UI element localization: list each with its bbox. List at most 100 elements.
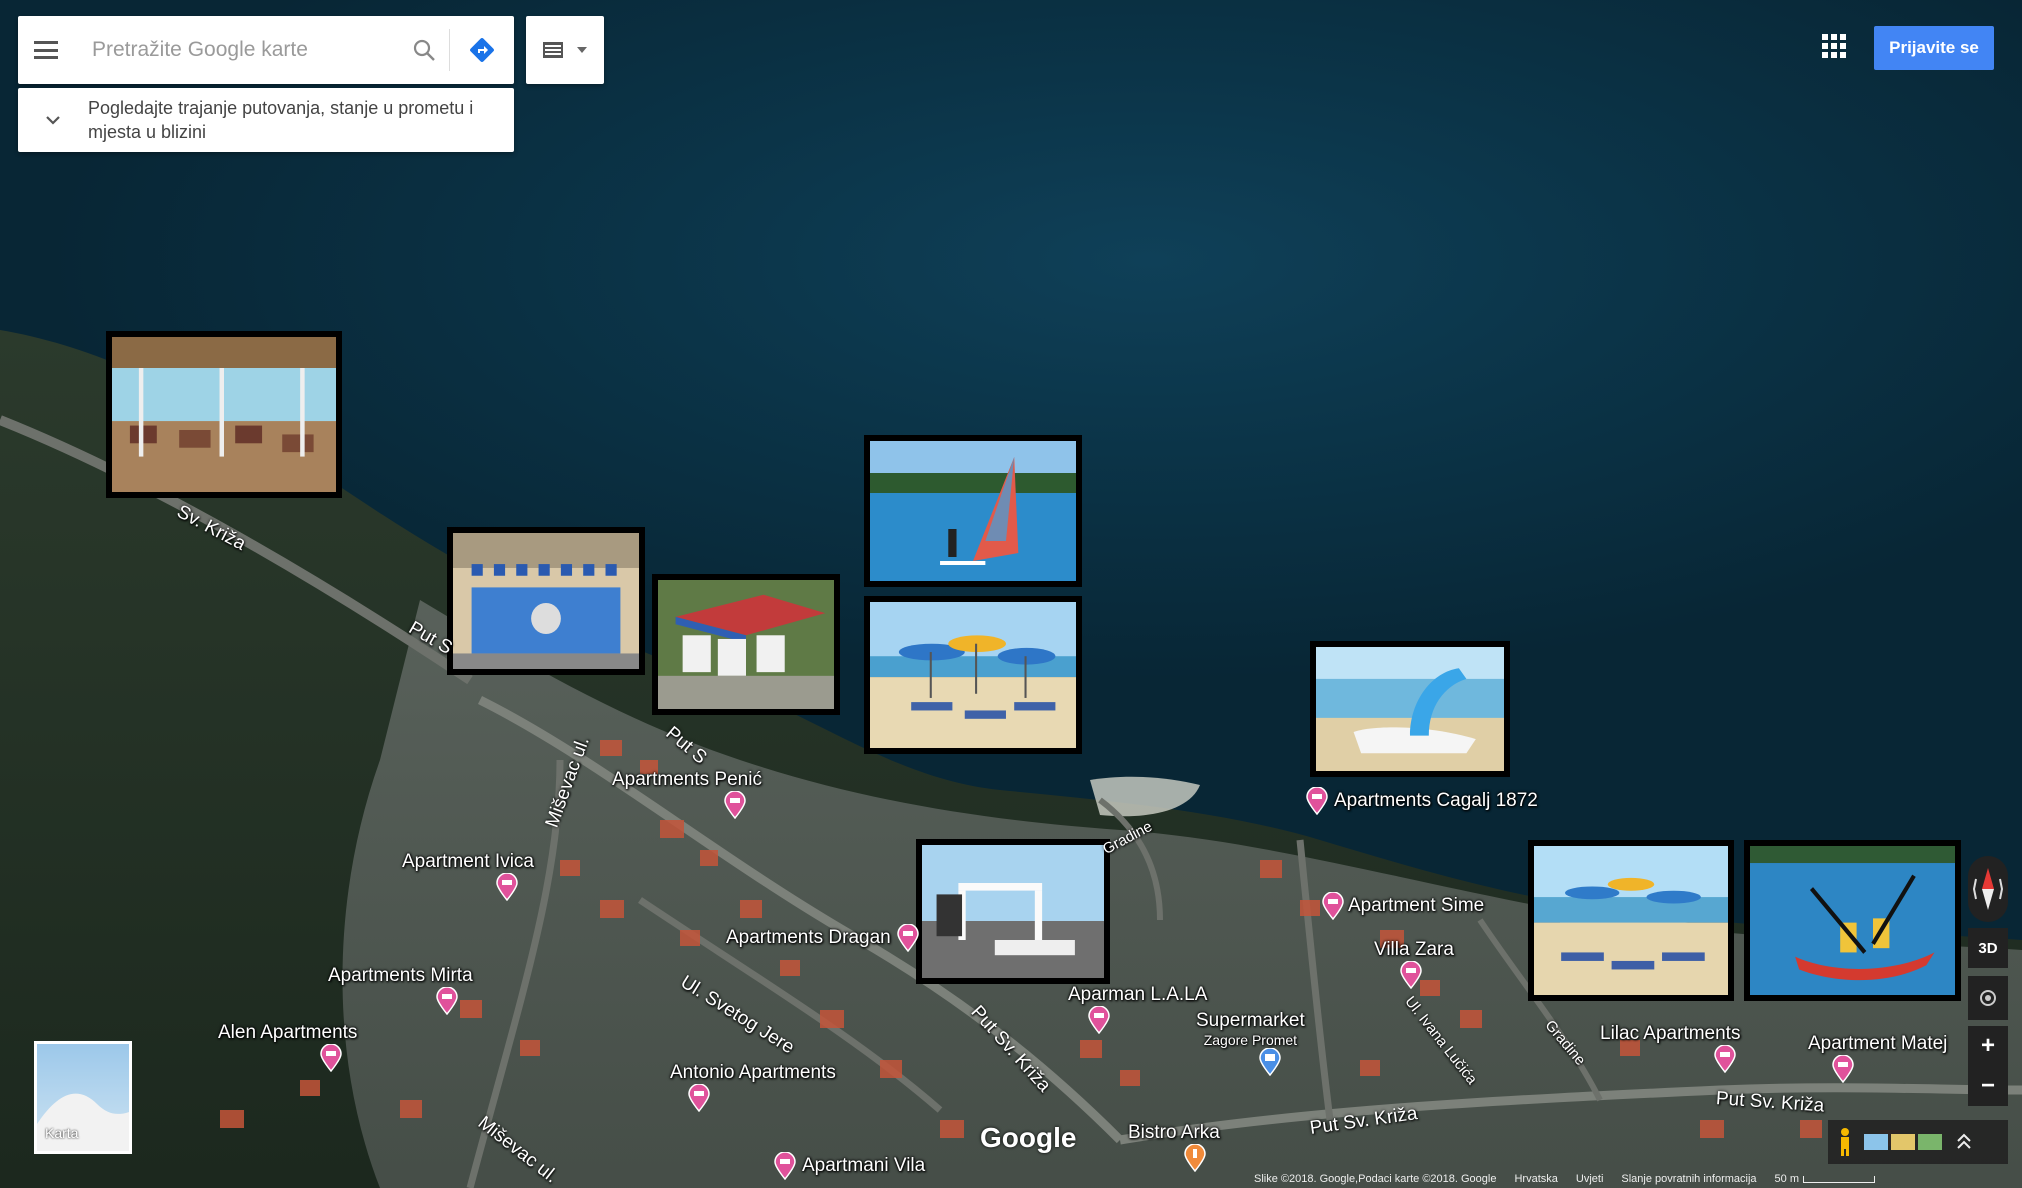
photo-ice-cream-stand[interactable]: [447, 527, 645, 675]
map-type-thumbnails-icon[interactable]: [1864, 1132, 1944, 1152]
lodging-pin-icon: [1400, 961, 1422, 989]
poi-label: Supermarket: [1196, 1010, 1305, 1031]
layers-menu-button[interactable]: [526, 16, 604, 84]
poi-sublabel: Zagore Promet: [1203, 1032, 1298, 1048]
search-box: [18, 16, 514, 84]
poi-apartments-mirta[interactable]: Apartments Mirta: [328, 965, 473, 1015]
signin-button[interactable]: Prijavite se: [1874, 26, 1994, 70]
poi-label: Alen Apartments: [218, 1022, 358, 1043]
pegman-icon[interactable]: [1838, 1127, 1852, 1157]
beach-umbrellas-image: [870, 602, 1076, 748]
water-slide-image: [1316, 647, 1504, 771]
poi-apartments-cagalj[interactable]: Apartments Cagalj 1872: [1306, 787, 1538, 815]
dropdown-arrow-icon: [577, 47, 587, 53]
poi-lilac-apartments[interactable]: Lilac Apartments: [1600, 1023, 1740, 1073]
photo-kayaking[interactable]: [1744, 840, 1961, 1001]
poi-label: Lilac Apartments: [1600, 1023, 1741, 1044]
photo-beach-loungers[interactable]: [1528, 840, 1734, 1001]
travel-info-panel[interactable]: Pogledajte trajanje putovanja, stanje u …: [18, 88, 514, 152]
scale-bar[interactable]: 50 m: [1774, 1173, 1876, 1185]
poi-apartment-sime[interactable]: Apartment Sime: [1322, 892, 1484, 920]
lodging-pin-icon: [496, 873, 518, 901]
search-icon: [413, 39, 435, 61]
lodging-pin-icon: [724, 791, 746, 819]
scale-label: 50 m: [1774, 1173, 1800, 1185]
shopping-pin-icon: [1259, 1048, 1282, 1076]
apps-grid-icon[interactable]: [1822, 34, 1846, 58]
poi-label: Villa Zara: [1374, 939, 1454, 960]
white-cabana-image: [922, 845, 1104, 978]
google-logo: Google: [980, 1122, 1077, 1153]
poi-label: Apartment Sime: [1348, 895, 1485, 916]
poi-label: Apartment Ivica: [402, 851, 534, 872]
imagery-attribution: Slike ©2018. Google,Podaci karte ©2018. …: [1254, 1173, 1497, 1185]
photo-water-slide[interactable]: [1310, 641, 1510, 777]
photo-beach-umbrellas[interactable]: [864, 596, 1082, 754]
location-icon: [1980, 990, 1996, 1006]
attribution-bar: Slike ©2018. Google,Podaci karte ©2018. …: [1254, 1170, 1876, 1188]
map-view-toggle[interactable]: Karta: [34, 1041, 132, 1154]
lodging-pin-icon: [1088, 1006, 1110, 1034]
restaurant-pin-icon: [1184, 1144, 1206, 1172]
kayaking-image: [1750, 846, 1955, 995]
photo-windsurfing[interactable]: [864, 435, 1082, 587]
photo-market-stalls[interactable]: [652, 574, 840, 715]
chevron-down-icon: [18, 115, 88, 125]
terms-link[interactable]: Uvjeti: [1576, 1173, 1604, 1185]
tilt-3d-button[interactable]: 3D: [1968, 928, 2008, 968]
beach-restaurant-image: [112, 337, 336, 492]
poi-label: Bistro Arka: [1128, 1122, 1220, 1143]
map-canvas[interactable]: Apartments Penić Apartment Ivica Apartme…: [0, 0, 2022, 1188]
poi-label: Apartments Mirta: [328, 965, 473, 986]
menu-button[interactable]: [18, 16, 74, 84]
zoom-in-button[interactable]: +: [1968, 1026, 2008, 1066]
expand-up-icon[interactable]: [1956, 1132, 1972, 1152]
compass-button[interactable]: [1968, 856, 2008, 922]
poi-apartmani-vila[interactable]: Apartmani Vila: [774, 1152, 925, 1180]
beach-loungers-image: [1534, 846, 1728, 995]
poi-alen-apartments[interactable]: Alen Apartments: [218, 1022, 357, 1072]
lodging-pin-icon: [896, 924, 919, 952]
poi-aparman-lala[interactable]: Aparman L.A.LA: [1068, 984, 1207, 1034]
lodging-pin-icon: [1306, 787, 1328, 815]
lodging-pin-icon: [1714, 1045, 1736, 1073]
poi-supermarket[interactable]: Supermarket Zagore Promet: [1196, 1010, 1305, 1076]
search-input[interactable]: [74, 30, 399, 70]
poi-label: Apartments Penić: [612, 769, 762, 790]
poi-label: Antonio Apartments: [670, 1062, 836, 1083]
market-stalls-image: [658, 580, 834, 709]
scale-line: [1803, 1175, 1876, 1183]
search-button[interactable]: [399, 16, 449, 84]
lodging-pin-icon: [436, 987, 458, 1015]
zoom-out-button[interactable]: −: [1968, 1066, 2008, 1106]
imagery-strip[interactable]: [1828, 1120, 2008, 1164]
poi-label: Apartment Matej: [1808, 1033, 1948, 1054]
satellite-terrain: [0, 330, 2022, 1188]
compass-icon: [1973, 868, 2003, 910]
lodging-pin-icon: [320, 1044, 342, 1072]
poi-label: Apartmani Vila: [802, 1155, 926, 1176]
poi-apartment-matej[interactable]: Apartment Matej: [1808, 1033, 1947, 1083]
feedback-link[interactable]: Slanje povratnih informacija: [1621, 1173, 1756, 1185]
lodging-pin-icon: [774, 1152, 796, 1180]
my-location-button[interactable]: [1968, 976, 2008, 1020]
poi-apartment-ivica[interactable]: Apartment Ivica: [402, 851, 534, 901]
directions-button[interactable]: [450, 16, 514, 84]
photo-beach-restaurant[interactable]: [106, 331, 342, 498]
directions-icon: [470, 38, 494, 62]
poi-apartments-dragan[interactable]: Apartments Dragan: [726, 924, 919, 952]
lodging-pin-icon: [1832, 1055, 1854, 1083]
travel-info-text: Pogledajte trajanje putovanja, stanje u …: [88, 98, 474, 142]
lodging-pin-icon: [1322, 892, 1344, 920]
minimap-label: Karta: [45, 1125, 79, 1141]
ice-cream-stand-image: [453, 533, 639, 669]
poi-bistro-arka[interactable]: Bistro Arka: [1128, 1122, 1220, 1172]
menu-icon: [34, 41, 58, 59]
lodging-pin-icon: [688, 1084, 710, 1112]
poi-apartments-penic[interactable]: Apartments Penić: [612, 769, 762, 819]
poi-label: Apartments Cagalj 1872: [1334, 790, 1538, 811]
language-link[interactable]: Hrvatska: [1514, 1173, 1557, 1185]
photo-white-cabana[interactable]: [916, 839, 1110, 984]
poi-villa-zara[interactable]: Villa Zara: [1374, 939, 1454, 989]
poi-antonio-apartments[interactable]: Antonio Apartments: [670, 1062, 836, 1112]
